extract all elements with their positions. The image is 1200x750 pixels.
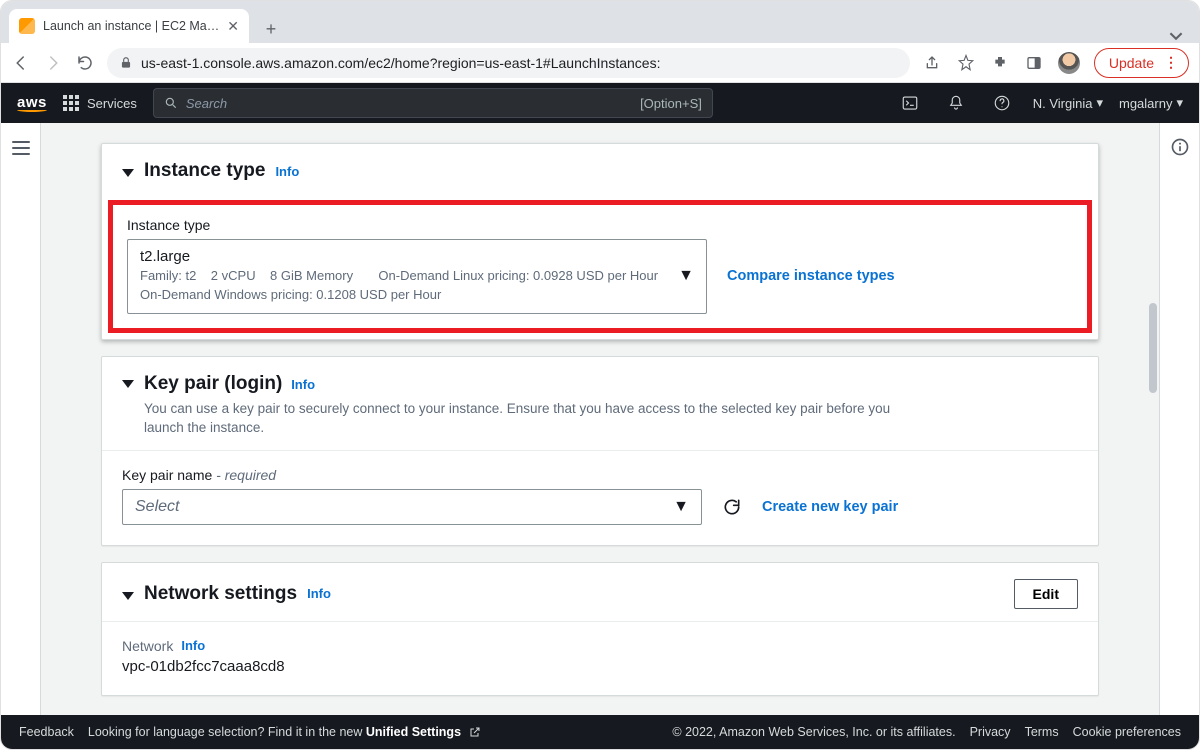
notifications-icon[interactable] xyxy=(941,88,971,118)
browser-addressbar: us-east-1.console.aws.amazon.com/ec2/hom… xyxy=(1,43,1199,83)
tab-title: Launch an instance | EC2 Mana xyxy=(43,19,219,33)
selected-instance-details: Family: t2 2 vCPU 8 GiB Memory On-Demand… xyxy=(140,267,670,305)
new-tab-button[interactable]: + xyxy=(257,15,285,43)
collapse-caret-icon[interactable] xyxy=(122,592,134,600)
select-placeholder: Select xyxy=(135,498,179,516)
main-content: Instance type Info Instance type t2.larg… xyxy=(41,123,1159,715)
help-icon[interactable] xyxy=(987,88,1017,118)
nav-forward-button xyxy=(43,53,63,73)
footer-copyright: © 2022, Amazon Web Services, Inc. or its… xyxy=(672,725,955,739)
nav-reload-button[interactable] xyxy=(75,53,95,73)
services-menu[interactable]: Services xyxy=(63,95,137,111)
profile-avatar[interactable] xyxy=(1058,52,1080,74)
refresh-button[interactable] xyxy=(722,497,742,517)
footer-terms[interactable]: Terms xyxy=(1025,725,1059,739)
tab-favicon xyxy=(19,18,35,34)
network-label: Network Info xyxy=(122,638,1078,654)
search-placeholder: Search xyxy=(186,96,227,111)
footer-privacy[interactable]: Privacy xyxy=(970,725,1011,739)
external-link-icon xyxy=(469,726,481,738)
edit-button[interactable]: Edit xyxy=(1014,579,1078,609)
address-input[interactable]: us-east-1.console.aws.amazon.com/ec2/hom… xyxy=(107,48,910,78)
bookmark-icon[interactable] xyxy=(956,53,976,73)
region-selector[interactable]: N. Virginia ▾ xyxy=(1033,95,1103,111)
address-url: us-east-1.console.aws.amazon.com/ec2/hom… xyxy=(141,55,660,71)
info-link[interactable]: Info xyxy=(307,586,331,601)
nav-back-button[interactable] xyxy=(11,53,31,73)
unified-settings-link[interactable]: Unified Settings xyxy=(366,725,461,739)
account-label: mgalarny xyxy=(1119,96,1172,111)
field-label: Key pair name - required xyxy=(122,467,1078,483)
account-menu[interactable]: mgalarny ▾ xyxy=(1119,95,1183,111)
panel-title: Network settings xyxy=(144,583,297,605)
update-label: Update xyxy=(1109,55,1154,71)
browser-tabstrip: Launch an instance | EC2 Mana ✕ + xyxy=(1,1,1199,43)
chevron-down-icon: ▼ xyxy=(673,498,689,516)
create-key-pair-link[interactable]: Create new key pair xyxy=(762,499,898,515)
footer-cookies[interactable]: Cookie preferences xyxy=(1073,725,1181,739)
services-label: Services xyxy=(87,96,137,111)
compare-instance-types-link[interactable]: Compare instance types xyxy=(727,268,895,284)
close-tab-icon[interactable]: ✕ xyxy=(227,18,239,35)
apps-grid-icon xyxy=(63,95,79,111)
highlight-box: Instance type t2.large Family: t2 2 vCPU… xyxy=(108,200,1092,333)
panel-instance-type: Instance type Info Instance type t2.larg… xyxy=(101,143,1099,340)
extensions-icon[interactable] xyxy=(990,53,1010,73)
instance-type-select[interactable]: t2.large Family: t2 2 vCPU 8 GiB Memory … xyxy=(127,239,707,314)
feedback-link[interactable]: Feedback xyxy=(19,725,74,739)
global-search[interactable]: Search [Option+S] xyxy=(153,88,713,118)
browser-tab[interactable]: Launch an instance | EC2 Mana ✕ xyxy=(9,9,249,43)
browser-update-button[interactable]: Update ⋮ xyxy=(1094,48,1189,78)
panel-key-pair: Key pair (login) Info You can use a key … xyxy=(101,356,1099,546)
scrollbar-thumb[interactable] xyxy=(1149,303,1157,393)
info-link[interactable]: Info xyxy=(291,377,315,392)
search-icon xyxy=(164,96,178,110)
kebab-icon[interactable]: ⋮ xyxy=(1164,54,1180,71)
console-footer: Feedback Looking for language selection?… xyxy=(1,715,1199,749)
chevron-down-icon: ▾ xyxy=(1176,95,1183,111)
info-link[interactable]: Info xyxy=(275,164,299,179)
chevron-down-icon: ▼ xyxy=(678,267,694,285)
panel-description: You can use a key pair to securely conne… xyxy=(144,399,904,438)
region-label: N. Virginia xyxy=(1033,96,1093,111)
field-label: Instance type xyxy=(127,217,1073,233)
info-icon xyxy=(1170,137,1190,157)
refresh-icon xyxy=(722,497,742,517)
panel-title: Key pair (login) xyxy=(144,373,282,394)
hamburger-icon xyxy=(12,141,30,155)
aws-top-nav: aws Services Search [Option+S] N. Virgin… xyxy=(1,83,1199,123)
collapse-caret-icon[interactable] xyxy=(122,380,134,388)
info-link[interactable]: Info xyxy=(181,638,205,653)
footer-lang: Looking for language selection? Find it … xyxy=(88,725,481,739)
collapse-caret-icon[interactable] xyxy=(122,169,134,177)
right-rail-info[interactable] xyxy=(1159,123,1199,715)
panel-network-settings: Network settings Info Edit Network Info … xyxy=(101,562,1099,696)
search-shortcut: [Option+S] xyxy=(640,96,702,111)
cloudshell-icon[interactable] xyxy=(895,88,925,118)
selected-instance-name: t2.large xyxy=(140,248,670,265)
chevron-down-icon xyxy=(1169,29,1183,43)
lock-icon xyxy=(119,56,133,70)
chevron-down-icon: ▾ xyxy=(1096,95,1103,111)
share-icon[interactable] xyxy=(922,53,942,73)
panel-icon[interactable] xyxy=(1024,53,1044,73)
network-vpc-value: vpc-01db2fcc7caaa8cd8 xyxy=(122,658,1078,675)
aws-logo[interactable]: aws xyxy=(17,94,47,112)
panel-title: Instance type xyxy=(144,160,265,182)
left-rail-toggle[interactable] xyxy=(1,123,41,715)
tabs-overflow[interactable] xyxy=(1161,29,1191,43)
key-pair-select[interactable]: Select ▼ xyxy=(122,489,702,525)
